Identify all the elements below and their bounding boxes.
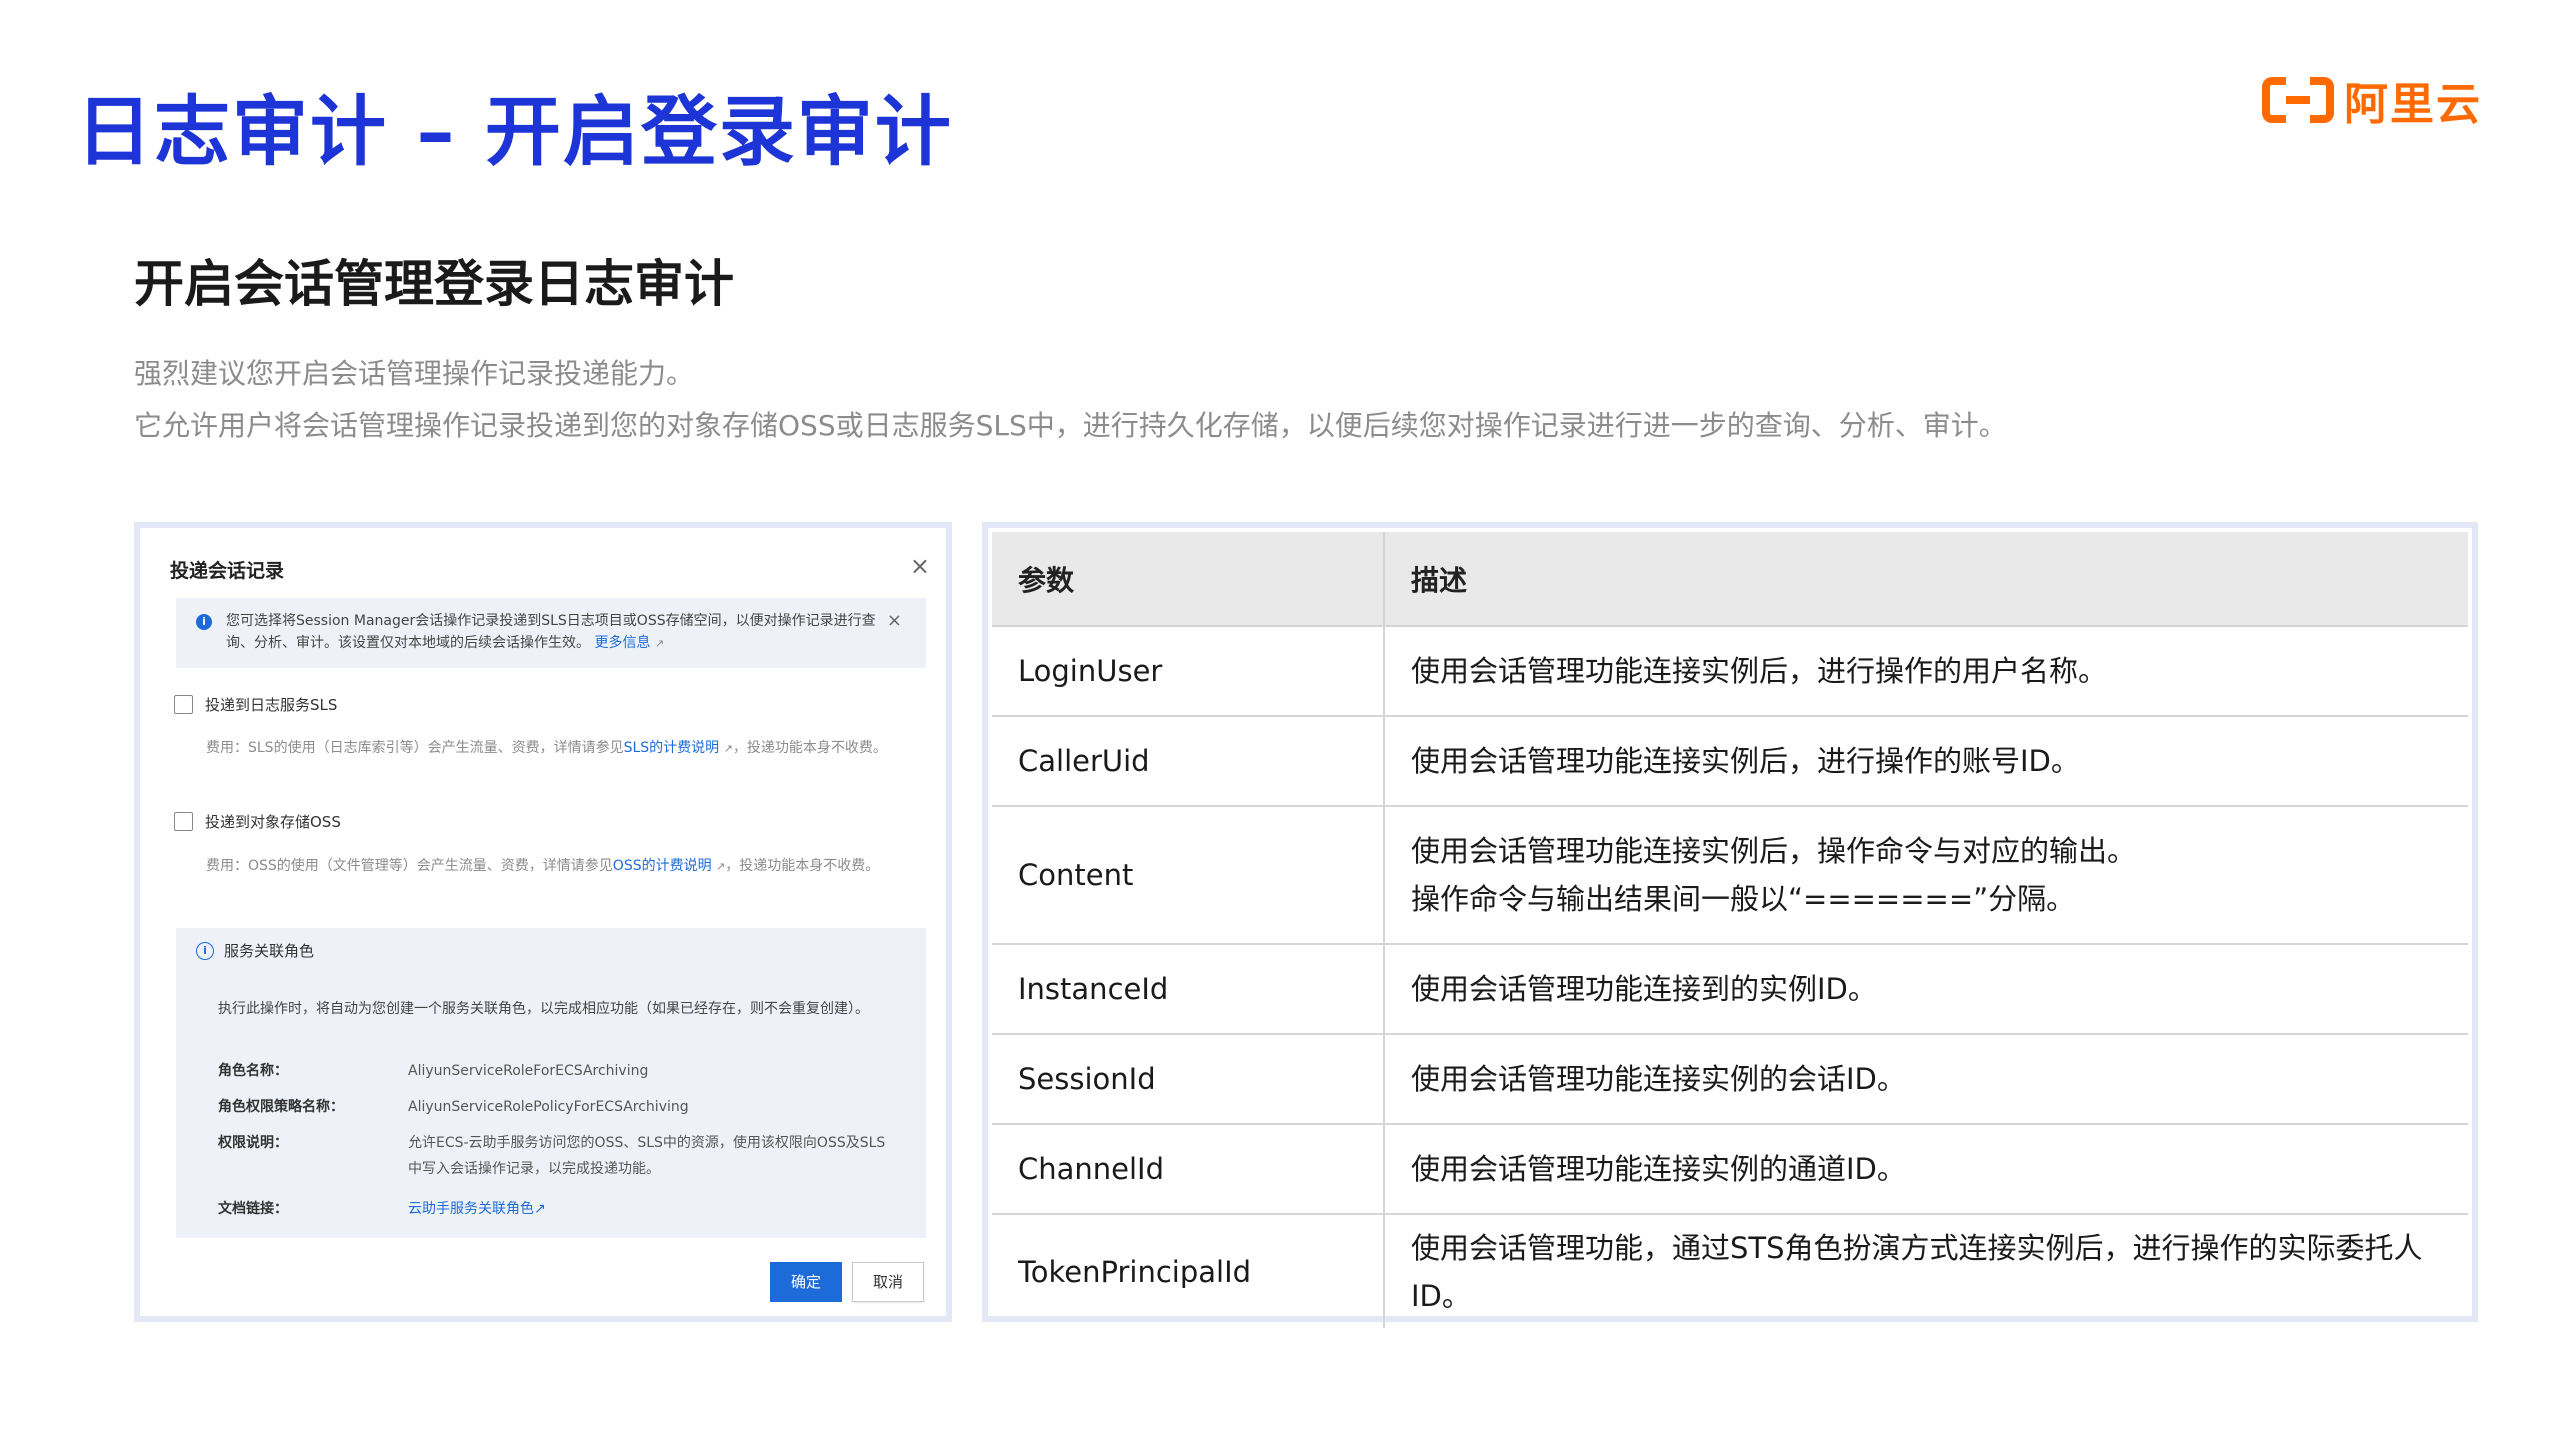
- deliver-session-dialog: 投递会话记录 × i 您可选择将Session Manager会话操作记录投递到…: [140, 528, 946, 1316]
- desc-cell: 使用会话管理功能连接实例后，进行操作的用户名称。: [1384, 625, 2468, 716]
- role-policy-key: 角色权限策略名称：: [218, 1099, 344, 1115]
- close-icon[interactable]: ×: [910, 552, 930, 580]
- desc-cell: 使用会话管理功能连接实例后，操作命令与对应的输出。 操作命令与输出结果间一般以“…: [1384, 805, 2468, 944]
- param-table-frame: 参数 描述 LoginUser 使用会话管理功能连接实例后，进行操作的用户名称。…: [982, 522, 2478, 1328]
- desc-cell: 使用会话管理功能连接实例的通道ID。: [1384, 1123, 2468, 1214]
- table-row: ChannelId 使用会话管理功能连接实例的通道ID。: [992, 1123, 2468, 1214]
- header-param: 参数: [992, 532, 1385, 626]
- role-permission-key: 权限说明：: [218, 1135, 288, 1151]
- role-policy-row: 角色权限策略名称： AliyunServiceRolePolicyForECSA…: [218, 1094, 888, 1120]
- role-heading: i 服务关联角色: [196, 940, 314, 961]
- role-heading-text: 服务关联角色: [224, 942, 315, 960]
- role-doc-link[interactable]: 云助手服务关联角色: [408, 1201, 534, 1217]
- role-intro: 执行此操作时，将自动为您创建一个服务关联角色，以完成相应功能（如果已经存在，则不…: [218, 1001, 869, 1017]
- oss-fee-text: 费用：OSS的使用（文件管理等）会产生流量、资费，详情请参见: [206, 858, 613, 874]
- table-row: InstanceId 使用会话管理功能连接到的实例ID。: [992, 943, 2468, 1034]
- header-desc: 描述: [1384, 532, 2468, 626]
- param-table: 参数 描述 LoginUser 使用会话管理功能连接实例后，进行操作的用户名称。…: [992, 532, 2468, 1328]
- role-policy-value: AliyunServiceRolePolicyForECSArchiving: [408, 1099, 689, 1115]
- oss-billing-link[interactable]: OSS的计费说明: [613, 858, 712, 874]
- confirm-button[interactable]: 确定: [770, 1262, 842, 1302]
- notice-close-icon[interactable]: ×: [887, 610, 902, 632]
- role-doc-row: 文档链接： 云助手服务关联角色↗: [218, 1196, 888, 1222]
- role-name-value: AliyunServiceRoleForECSArchiving: [408, 1063, 649, 1079]
- param-cell: SessionId: [992, 1033, 1385, 1124]
- sls-fee-suffix: ，投递功能本身不收费。: [732, 740, 887, 756]
- service-role-box: i 服务关联角色 执行此操作时，将自动为您创建一个服务关联角色，以完成相应功能（…: [176, 928, 926, 1238]
- desc-cell: 使用会话管理功能连接实例的会话ID。: [1384, 1033, 2468, 1124]
- notice-text: 您可选择将Session Manager会话操作记录投递到SLS日志项目或OSS…: [226, 613, 876, 651]
- sls-checkbox-label: 投递到日志服务SLS: [205, 696, 338, 714]
- desc-cell: 使用会话管理功能连接到的实例ID。: [1384, 943, 2468, 1034]
- param-cell: CallerUid: [992, 715, 1385, 806]
- table-row: SessionId 使用会话管理功能连接实例的会话ID。: [992, 1033, 2468, 1124]
- table-row: Content 使用会话管理功能连接实例后，操作命令与对应的输出。 操作命令与输…: [992, 805, 2468, 944]
- desc-cell: 使用会话管理功能，通过STS角色扮演方式连接实例后，进行操作的实际委托人ID。: [1384, 1213, 2468, 1328]
- oss-checkbox-label: 投递到对象存储OSS: [205, 813, 341, 831]
- aliyun-logo: 阿里云: [2262, 70, 2482, 130]
- table-header-row: 参数 描述: [992, 532, 2468, 626]
- external-link-icon: ↗: [716, 860, 726, 873]
- oss-fee-suffix: ，投递功能本身不收费。: [725, 858, 880, 874]
- oss-checkbox[interactable]: [174, 812, 193, 831]
- table-row: CallerUid 使用会话管理功能连接实例后，进行操作的账号ID。: [992, 715, 2468, 806]
- param-cell: LoginUser: [992, 625, 1385, 716]
- param-cell: TokenPrincipalId: [992, 1213, 1385, 1328]
- desc-cell: 使用会话管理功能连接实例后，进行操作的账号ID。: [1384, 715, 2468, 806]
- oss-option[interactable]: 投递到对象存储OSS: [174, 811, 341, 832]
- desc-line: 使用会话管理功能连接实例后，操作命令与对应的输出。: [1411, 834, 2137, 868]
- sls-fee-note: 费用：SLS的使用（日志库索引等）会产生流量、资费，详情请参见SLS的计费说明 …: [206, 736, 926, 761]
- param-cell: InstanceId: [992, 943, 1385, 1034]
- dialog-screenshot-frame: 投递会话记录 × i 您可选择将Session Manager会话操作记录投递到…: [134, 522, 952, 1322]
- oss-fee-note: 费用：OSS的使用（文件管理等）会产生流量、资费，详情请参见OSS的计费说明 ↗…: [206, 854, 926, 879]
- aliyun-logo-icon: [2262, 77, 2334, 123]
- external-link-icon: ↗: [654, 637, 665, 650]
- section-desc-line1: 强烈建议您开启会话管理操作记录投递能力。: [134, 357, 695, 390]
- info-icon: i: [196, 614, 212, 630]
- role-permission-row: 权限说明： 允许ECS-云助手服务访问您的OSS、SLS中的资源，使用该权限向O…: [218, 1130, 888, 1182]
- logo-text: 阿里云: [2344, 79, 2482, 130]
- more-info-link[interactable]: 更多信息: [594, 635, 650, 651]
- role-doc-key: 文档链接：: [218, 1201, 288, 1217]
- page-title: 日志审计 – 开启登录审计: [76, 87, 953, 176]
- section-desc-line2: 它允许用户将会话管理操作记录投递到您的对象存储OSS或日志服务SLS中，进行持久…: [134, 409, 2007, 442]
- sls-billing-link[interactable]: SLS的计费说明: [624, 740, 720, 756]
- sls-checkbox[interactable]: [174, 695, 193, 714]
- role-permission-value: 允许ECS-云助手服务访问您的OSS、SLS中的资源，使用该权限向OSS及SLS…: [408, 1135, 886, 1177]
- info-outline-icon: i: [196, 941, 214, 960]
- sls-option[interactable]: 投递到日志服务SLS: [174, 694, 337, 715]
- table-row: LoginUser 使用会话管理功能连接实例后，进行操作的用户名称。: [992, 625, 2468, 716]
- table-row: TokenPrincipalId 使用会话管理功能，通过STS角色扮演方式连接实…: [992, 1213, 2468, 1328]
- cancel-button[interactable]: 取消: [852, 1262, 924, 1302]
- sls-fee-text: 费用：SLS的使用（日志库索引等）会产生流量、资费，详情请参见: [206, 740, 624, 756]
- role-name-key: 角色名称：: [218, 1063, 288, 1079]
- dialog-title: 投递会话记录: [170, 560, 285, 582]
- desc-line: 操作命令与输出结果间一般以“=======”分隔。: [1411, 882, 2076, 916]
- info-notice: i 您可选择将Session Manager会话操作记录投递到SLS日志项目或O…: [176, 598, 926, 668]
- role-name-row: 角色名称： AliyunServiceRoleForECSArchiving: [218, 1058, 888, 1084]
- section-title: 开启会话管理登录日志审计: [134, 255, 734, 313]
- param-cell: Content: [992, 805, 1385, 944]
- param-cell: ChannelId: [992, 1123, 1385, 1214]
- external-link-icon: ↗: [534, 1201, 546, 1217]
- external-link-icon: ↗: [723, 742, 733, 755]
